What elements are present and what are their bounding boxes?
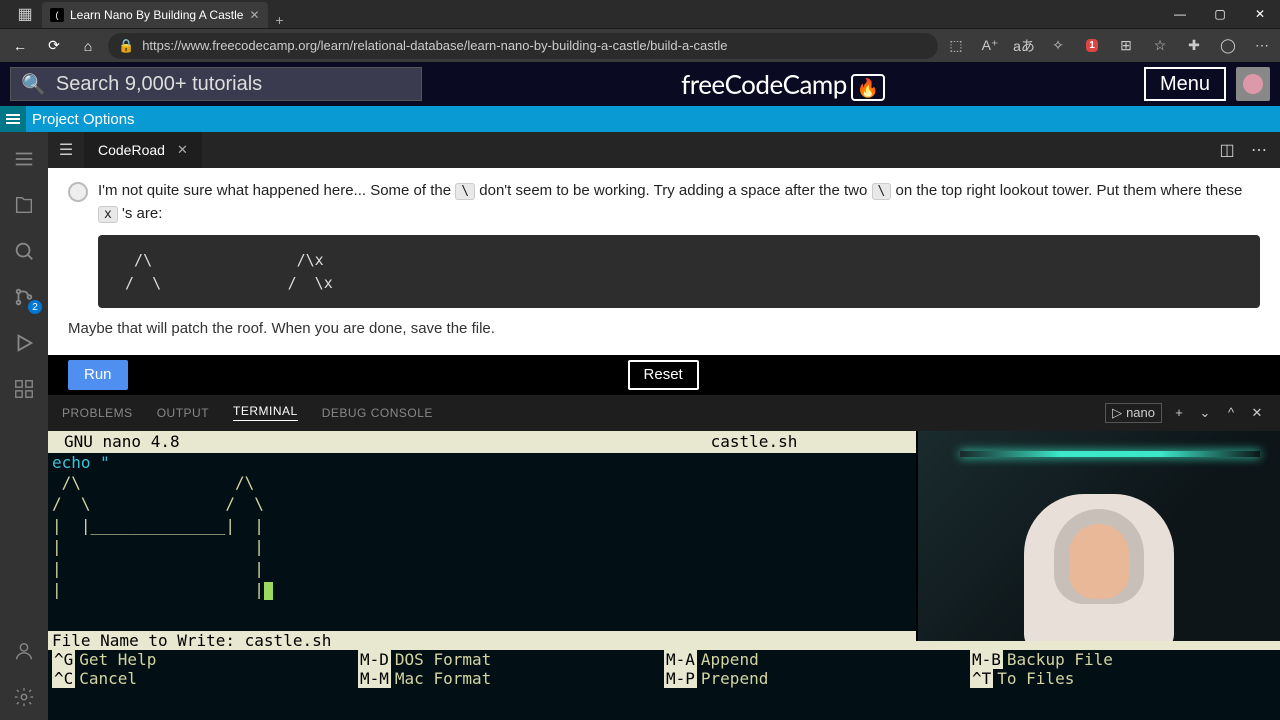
tab-title: Learn Nano By Building A Castle	[70, 8, 243, 22]
lock-icon: 🔒	[118, 38, 134, 54]
panel-tabs: PROBLEMS OUTPUT TERMINAL DEBUG CONSOLE ▷…	[48, 395, 1280, 431]
editor-more-icon[interactable]: ⋯	[1248, 139, 1270, 161]
address-bar: ← ⟳ ⌂ 🔒 https://www.freecodecamp.org/lea…	[0, 28, 1280, 62]
nano-shortcut: M-PPrepend	[664, 669, 970, 688]
run-button[interactable]: Run	[68, 360, 128, 390]
code-chip: \	[455, 183, 475, 200]
fcc-logo[interactable]: freeCodeCamp🔥	[422, 68, 1144, 101]
editor-tabs: ☰ CodeRoad ✕ ◫ ⋯	[48, 132, 1280, 168]
translate-icon[interactable]: aあ	[1012, 34, 1036, 58]
run-bar: Run Reset	[48, 355, 1280, 395]
favicon-icon: (	[50, 8, 64, 22]
nano-version: GNU nano 4.8	[54, 432, 234, 451]
nano-shortcut: ^CCancel	[52, 669, 358, 688]
webcam-overlay	[916, 431, 1280, 641]
search-input[interactable]: 🔍 Search 9,000+ tutorials	[10, 67, 422, 101]
fcc-header: 🔍 Search 9,000+ tutorials freeCodeCamp🔥 …	[0, 62, 1280, 106]
account-icon[interactable]	[0, 628, 48, 674]
project-options-bar[interactable]: Project Options	[0, 106, 1280, 132]
code-example: /\ /\x / \ / \x	[98, 235, 1260, 308]
split-editor-icon[interactable]: ◫	[1216, 139, 1238, 161]
maximize-button[interactable]: ▢	[1200, 0, 1240, 28]
search-placeholder: Search 9,000+ tutorials	[56, 73, 262, 96]
activity-menu-icon[interactable]	[0, 136, 48, 182]
nano-shortcut: M-BBackup File	[970, 650, 1276, 669]
nano-shortcut: ^GGet Help	[52, 650, 358, 669]
close-window-button[interactable]: ✕	[1240, 0, 1280, 28]
ide: 2 ☰ CodeRoad ✕ ◫ ⋯ I'm not quite sure wh…	[0, 132, 1280, 720]
profile-icon[interactable]: ◯	[1216, 34, 1240, 58]
panel-tab-terminal[interactable]: TERMINAL	[233, 404, 298, 421]
search-activity-icon[interactable]	[0, 228, 48, 274]
url-text: https://www.freecodecamp.org/learn/relat…	[142, 38, 727, 53]
scm-badge: 2	[28, 300, 42, 314]
browser-titlebar: ▦ ( Learn Nano By Building A Castle ✕ + …	[0, 0, 1280, 28]
terminal-process-label[interactable]: ▷ nano	[1105, 403, 1162, 423]
read-aloud-icon[interactable]: A⁺	[978, 34, 1002, 58]
panel-tab-problems[interactable]: PROBLEMS	[62, 406, 133, 420]
activity-bar: 2	[0, 132, 48, 720]
tab-well: ▦ ( Learn Nano By Building A Castle ✕ +	[0, 0, 292, 28]
editor-hamburger-icon[interactable]: ☰	[48, 132, 84, 168]
browser-tab[interactable]: ( Learn Nano By Building A Castle ✕	[42, 2, 268, 28]
terminal-dropdown-icon[interactable]: ⌄	[1196, 405, 1214, 421]
tab-actions-icon[interactable]: ▦	[8, 0, 42, 28]
extensions-icon[interactable]: ⊞	[1114, 34, 1138, 58]
reset-button[interactable]: Reset	[628, 360, 699, 390]
editor-tab-coderoad[interactable]: CodeRoad ✕	[84, 132, 203, 168]
search-icon: 🔍	[21, 72, 46, 97]
run-debug-icon[interactable]	[0, 320, 48, 366]
window-controls: ― ▢ ✕	[1160, 0, 1280, 28]
editor-tab-label: CodeRoad	[98, 142, 165, 158]
home-button[interactable]: ⌂	[74, 32, 102, 60]
nano-shortcut: M-DDOS Format	[358, 650, 664, 669]
step-footer: Maybe that will patch the roof. When you…	[68, 318, 1260, 341]
editor-tab-close-icon[interactable]: ✕	[177, 142, 188, 158]
minimize-button[interactable]: ―	[1160, 0, 1200, 28]
favorite-star-icon[interactable]: ☆	[1148, 34, 1172, 58]
source-control-icon[interactable]: 2	[0, 274, 48, 320]
favorites-icon[interactable]: ✧	[1046, 34, 1070, 58]
more-icon[interactable]: ⋯	[1250, 34, 1274, 58]
code-chip: x	[98, 206, 118, 223]
code-chip: \	[872, 183, 892, 200]
tab-close-icon[interactable]: ✕	[249, 8, 259, 22]
text-cursor	[264, 582, 273, 600]
collections-icon[interactable]: ✚	[1182, 34, 1206, 58]
user-avatar[interactable]	[1236, 67, 1270, 101]
step-instruction: I'm not quite sure what happened here...…	[98, 180, 1260, 225]
nano-shortcut: ^TTo Files	[970, 669, 1276, 688]
maximize-panel-icon[interactable]: ^	[1222, 405, 1240, 420]
back-button[interactable]: ←	[6, 32, 34, 60]
project-options-label: Project Options	[32, 111, 135, 128]
explorer-icon[interactable]	[0, 182, 48, 228]
extensions-activity-icon[interactable]	[0, 366, 48, 412]
new-terminal-icon[interactable]: +	[1170, 405, 1188, 420]
url-input[interactable]: 🔒 https://www.freecodecamp.org/learn/rel…	[108, 33, 938, 59]
adblock-icon[interactable]: 1	[1080, 34, 1104, 58]
step-checkbox[interactable]	[68, 182, 88, 202]
refresh-button[interactable]: ⟳	[40, 32, 68, 60]
panel-tab-debug[interactable]: DEBUG CONSOLE	[322, 406, 433, 420]
project-hamburger-icon[interactable]	[0, 106, 26, 132]
coderoad-panel: I'm not quite sure what happened here...…	[48, 168, 1280, 355]
settings-gear-icon[interactable]	[0, 674, 48, 720]
shopping-icon[interactable]: ⬚	[944, 34, 968, 58]
panel-tab-output[interactable]: OUTPUT	[157, 406, 209, 420]
menu-button[interactable]: Menu	[1144, 67, 1226, 101]
editor-main: ☰ CodeRoad ✕ ◫ ⋯ I'm not quite sure what…	[48, 132, 1280, 720]
close-panel-icon[interactable]: ✕	[1248, 405, 1266, 421]
nano-shortcut: M-MMac Format	[358, 669, 664, 688]
new-tab-button[interactable]: +	[268, 12, 292, 28]
fire-icon: 🔥	[851, 74, 885, 101]
nano-shortcuts: ^GGet HelpM-DDOS FormatM-AAppendM-BBacku…	[48, 650, 1280, 688]
terminal-area[interactable]: GNU nano 4.8 castle.sh echo " /\ /\ / \ …	[48, 431, 1280, 720]
nano-shortcut: M-AAppend	[664, 650, 970, 669]
